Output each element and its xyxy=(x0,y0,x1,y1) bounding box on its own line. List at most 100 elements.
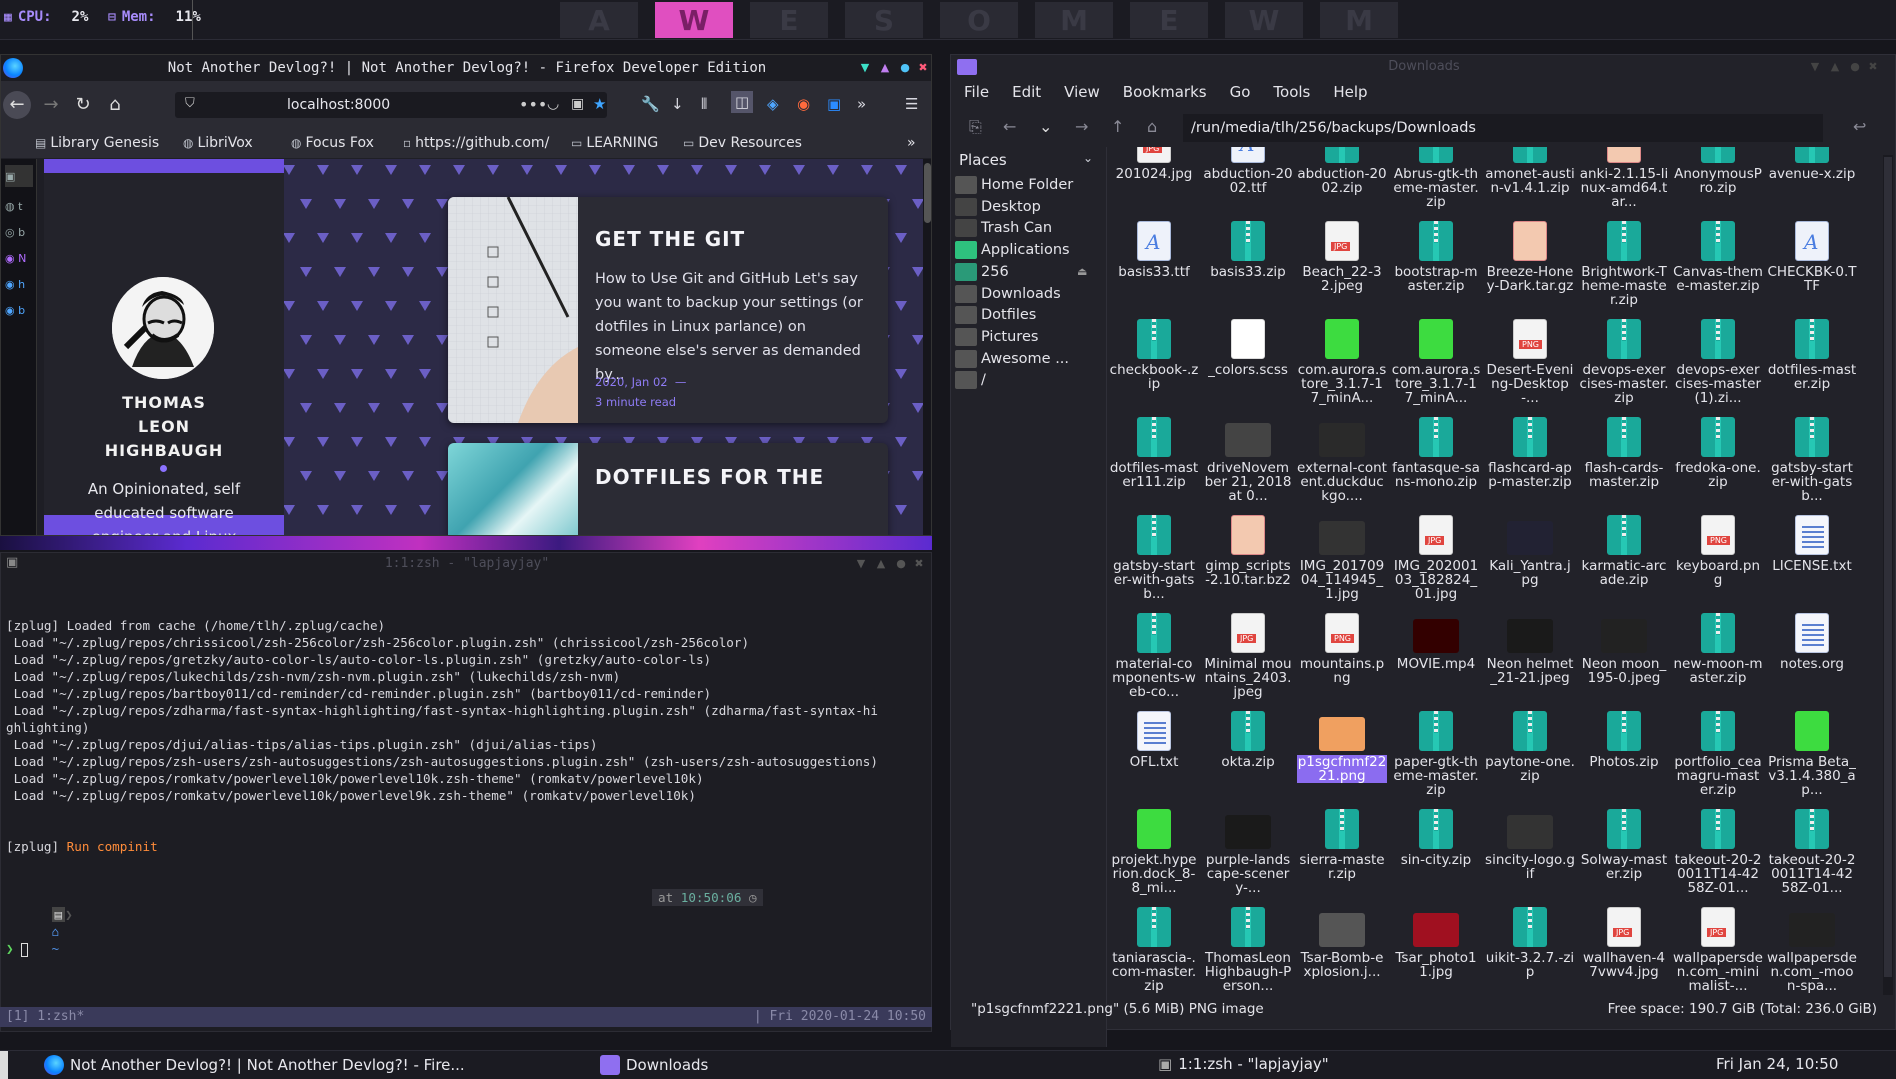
place-item[interactable]: Downloads xyxy=(955,282,1061,306)
file-item[interactable]: gimp_scripts-2.10.tar.bz2 xyxy=(1203,509,1293,607)
file-item[interactable]: sin-city.zip xyxy=(1391,803,1481,901)
container-icon[interactable]: ▣ xyxy=(827,95,841,113)
file-item[interactable]: MOVIE.mp4 xyxy=(1391,607,1481,705)
menu-item[interactable]: Go xyxy=(1217,79,1261,105)
file-item[interactable]: sincity-logo.gif xyxy=(1485,803,1575,901)
file-item[interactable]: devops-exercises-master.zip xyxy=(1579,313,1669,411)
file-item[interactable]: takeout-20-20011T14-4258Z-01... xyxy=(1673,803,1763,901)
file-item[interactable]: 201024.jpg xyxy=(1109,147,1199,215)
file-item[interactable]: OFL.txt xyxy=(1109,705,1199,803)
window-close-icon[interactable]: ✖ xyxy=(1867,61,1879,73)
place-item[interactable]: / xyxy=(955,368,986,392)
window-ontop-icon[interactable]: ● xyxy=(895,558,907,570)
overflow-chevron-icon[interactable]: » xyxy=(857,95,866,113)
place-item[interactable]: Applications xyxy=(955,238,1070,262)
scrollbar-thumb[interactable] xyxy=(1884,157,1892,977)
window-maximize-icon[interactable]: ▲ xyxy=(875,558,887,570)
file-item[interactable]: mountains.png xyxy=(1297,607,1387,705)
sidebar-icon[interactable]: ◫ xyxy=(731,91,754,113)
forward-icon[interactable]: → xyxy=(1075,117,1088,136)
file-item[interactable]: p1sgcfnmf2221.png xyxy=(1297,705,1387,803)
workspace-button[interactable]: E xyxy=(1130,2,1208,38)
file-item[interactable]: IMG_20170904_114945_1.jpg xyxy=(1297,509,1387,607)
window-ontop-icon[interactable]: ● xyxy=(1849,61,1861,73)
file-item[interactable]: paytone-one.zip xyxy=(1485,705,1575,803)
workspace-button[interactable]: M xyxy=(1035,2,1113,38)
bookmark-folder[interactable]: ▭ LEARNING xyxy=(571,135,658,151)
file-item[interactable]: CHECKBK-0.TTF xyxy=(1767,215,1857,313)
file-item[interactable]: okta.zip xyxy=(1203,705,1293,803)
menu-item[interactable]: Tools xyxy=(1260,79,1320,105)
file-item[interactable]: keyboard.png xyxy=(1673,509,1763,607)
window-close-icon[interactable]: ✖ xyxy=(917,62,929,74)
window-sticky-icon[interactable]: ▼ xyxy=(859,62,871,74)
file-item[interactable]: AnonymousPro.zip xyxy=(1673,147,1763,215)
url-bar[interactable]: ⛉ localhost:8000 ••• ◡ ▣ ★ xyxy=(175,92,607,118)
place-item[interactable]: 256 ⏏ xyxy=(955,260,1087,284)
bookmark-item[interactable]: ▫ https://github.com/ xyxy=(403,135,549,151)
tab-icon[interactable]: ◉ b xyxy=(5,299,33,321)
file-item[interactable]: wallpapersden.com_-moon-spa... xyxy=(1767,901,1857,997)
location-bar[interactable]: /run/media/tlh/256/backups/Downloads xyxy=(1183,114,1823,142)
back-button-icon[interactable]: ← xyxy=(3,91,31,119)
place-item[interactable]: Dotfiles xyxy=(955,303,1036,327)
back-icon[interactable]: ← xyxy=(1003,117,1016,136)
file-item[interactable]: abduction-2002.ttf xyxy=(1203,147,1293,215)
file-item[interactable]: sierra-master.zip xyxy=(1297,803,1387,901)
file-item[interactable]: fredoka-one.zip xyxy=(1673,411,1763,509)
file-item[interactable]: avenue-x.zip xyxy=(1767,147,1857,215)
wrench-icon[interactable]: 🔧 xyxy=(641,95,660,113)
file-item[interactable]: Kali_Yantra.jpg xyxy=(1485,509,1575,607)
post-card[interactable]: DOTFILES FOR THE xyxy=(448,443,888,535)
workspace-button[interactable]: E xyxy=(750,2,828,38)
tab-icon[interactable]: ◎ b xyxy=(5,221,33,243)
page-actions-icon[interactable]: ••• xyxy=(519,95,547,114)
page-scrollbar[interactable] xyxy=(923,159,931,535)
file-item[interactable]: material-components-web-co... xyxy=(1109,607,1199,705)
post-card[interactable]: GET THE GIT How to Use Git and GitHub Le… xyxy=(448,197,888,423)
downloads-icon[interactable]: ↓ xyxy=(671,95,684,113)
file-item[interactable]: bootstrap-master.zip xyxy=(1391,215,1481,313)
file-item[interactable]: Beach_22-32.jpeg xyxy=(1297,215,1387,313)
file-item[interactable]: Abrus-gtk-theme-master.zip xyxy=(1391,147,1481,215)
bookmark-item[interactable]: ◍ Focus Fox xyxy=(291,135,374,151)
file-item[interactable]: takeout-20-20011T14-4258Z-01... xyxy=(1767,803,1857,901)
file-item[interactable]: com.aurora.store_3.1.7-17_minA... xyxy=(1391,313,1481,411)
place-item[interactable]: Awesome ... xyxy=(955,347,1069,371)
file-item[interactable]: abduction-2002.zip xyxy=(1297,147,1387,215)
menu-item[interactable]: View xyxy=(1051,79,1110,105)
home-icon[interactable]: ⌂ xyxy=(1147,117,1157,136)
file-item[interactable]: projekt.hyperion.dock_8-8_mi... xyxy=(1109,803,1199,901)
file-item[interactable]: Brightwork-Theme-master.zip xyxy=(1579,215,1669,313)
file-item[interactable]: gatsby-starter-with-gatsb... xyxy=(1109,509,1199,607)
history-dropdown-icon[interactable]: ⌄ xyxy=(1039,117,1052,136)
menu-item[interactable]: Edit xyxy=(999,79,1051,105)
go-icon[interactable]: ↩ xyxy=(1853,117,1866,136)
file-item[interactable]: Neon helmet_21-21.jpeg xyxy=(1485,607,1575,705)
bookmark-item[interactable]: ▤ Library Genesis xyxy=(35,135,159,151)
new-tab-icon[interactable]: ⎘ xyxy=(969,117,982,137)
bookmark-item[interactable]: ◍ LibriVox xyxy=(183,135,253,151)
input-line[interactable]: ❯ xyxy=(6,940,931,957)
task-terminal[interactable]: ▣ 1:1:zsh - "lapjayjay" xyxy=(1158,1055,1329,1073)
library-icon[interactable]: ⫴ xyxy=(701,95,707,113)
file-item[interactable]: purple-landscape-scenery-... xyxy=(1203,803,1293,901)
file-scrollbar[interactable] xyxy=(1883,155,1893,995)
file-item[interactable]: checkbook-.zip xyxy=(1109,313,1199,411)
tab-icon[interactable]: ◉ N xyxy=(5,247,33,269)
place-item[interactable]: Home Folder xyxy=(955,173,1073,197)
file-item[interactable]: gatsby-starter-with-gatsb... xyxy=(1767,411,1857,509)
workspace-button[interactable]: M xyxy=(1320,2,1398,38)
file-item[interactable]: Tsar_photo11.jpg xyxy=(1391,901,1481,997)
place-item[interactable]: Trash Can xyxy=(955,216,1052,240)
file-item[interactable]: ThomasLeonHighbaugh-Person... xyxy=(1203,901,1293,997)
file-item[interactable]: wallpapersden.com_-minimalist-... xyxy=(1673,901,1763,997)
window-close-icon[interactable]: ✖ xyxy=(913,558,925,570)
menu-item[interactable]: File xyxy=(951,79,999,105)
pocket-icon[interactable]: ◡ xyxy=(547,96,559,112)
window-ontop-icon[interactable]: ● xyxy=(899,62,911,74)
file-item[interactable]: external-content.duckduckgo.... xyxy=(1297,411,1387,509)
menu-item[interactable]: Bookmarks xyxy=(1110,79,1217,105)
file-item[interactable]: Canvas-theme-master.zip xyxy=(1673,215,1763,313)
task-file-manager[interactable]: Downloads xyxy=(600,1055,708,1075)
